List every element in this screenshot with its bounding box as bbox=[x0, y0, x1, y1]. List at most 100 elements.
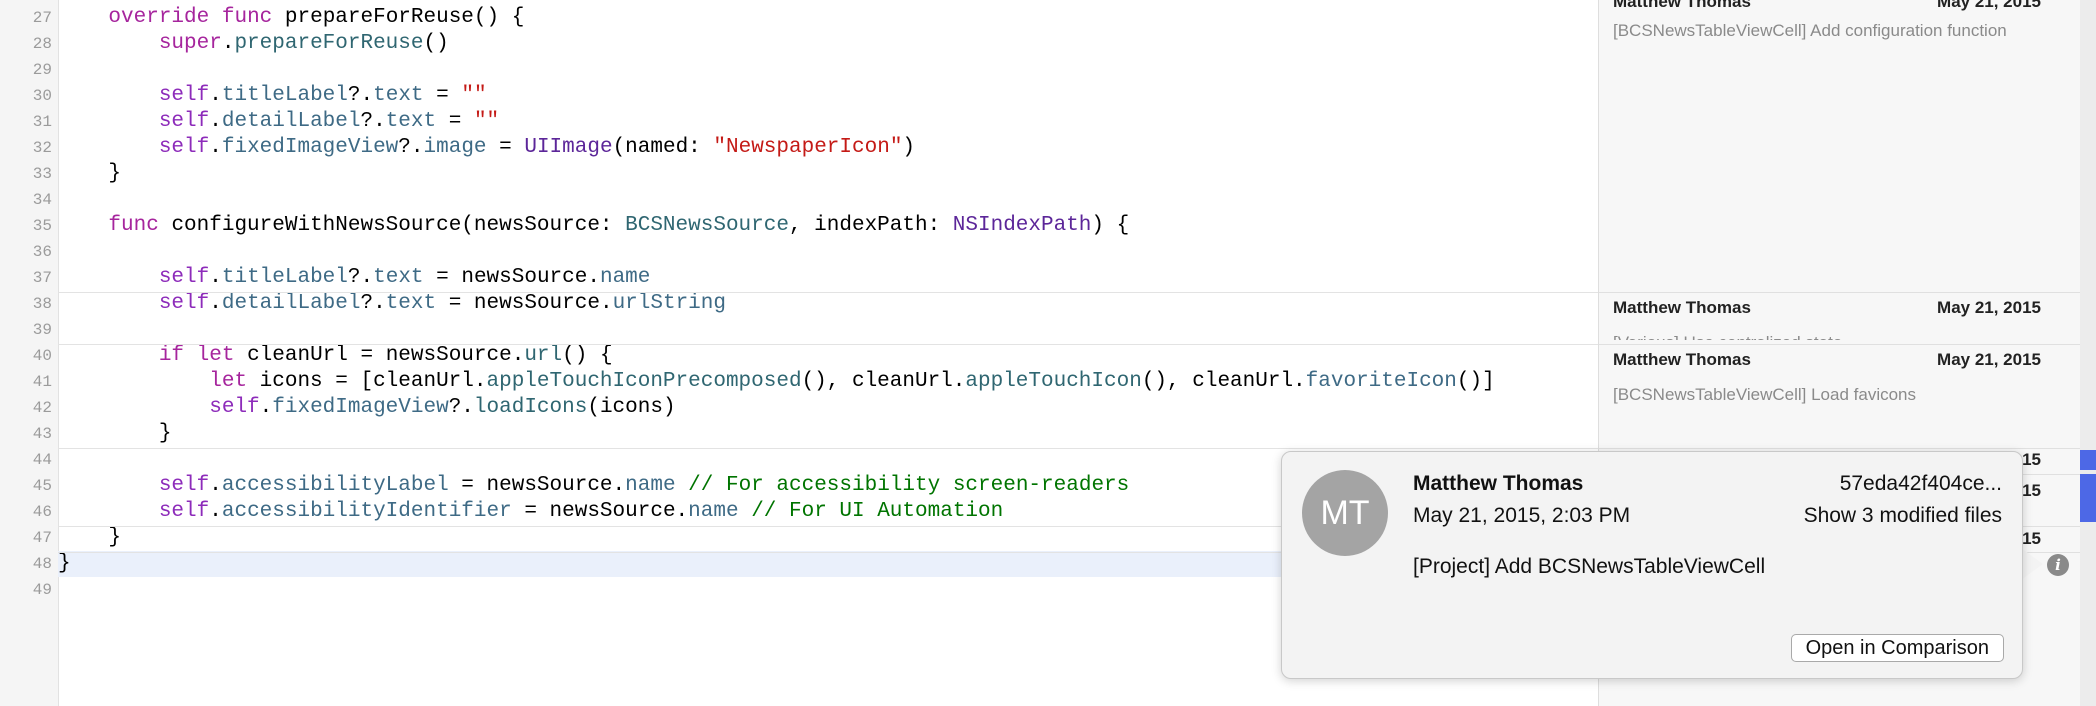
code-line[interactable]: self.detailLabel?.text = newsSource.urlS… bbox=[58, 291, 1598, 317]
code-token: = newsSource. bbox=[436, 292, 613, 315]
code-line[interactable]: self.titleLabel?.text = "" bbox=[58, 83, 1598, 109]
change-marker[interactable] bbox=[2080, 450, 2096, 470]
code-line[interactable] bbox=[58, 57, 1598, 83]
code-line[interactable] bbox=[58, 317, 1598, 343]
code-token: accessibilityIdentifier bbox=[221, 500, 512, 523]
blame-divider bbox=[1599, 344, 2081, 345]
code-token: () bbox=[423, 32, 449, 55]
commit-author: Matthew Thomas bbox=[1413, 472, 1584, 495]
change-marker-strip[interactable] bbox=[2080, 0, 2096, 706]
blame-message: [BCSNewsTableViewCell] Add configuration… bbox=[1613, 21, 2007, 40]
code-token: let bbox=[196, 344, 235, 367]
code-token: ?. bbox=[360, 110, 386, 133]
code-token: ?. bbox=[398, 136, 424, 159]
code-token: ?. bbox=[347, 84, 374, 107]
code-token: // For accessibility screen-readers bbox=[688, 474, 1130, 497]
code-line[interactable]: self.fixedImageView?.image = UIImage(nam… bbox=[58, 135, 1598, 161]
code-token: appleTouchIcon bbox=[965, 370, 1142, 393]
code-token: image bbox=[423, 136, 487, 159]
line-number: 35 bbox=[32, 217, 52, 235]
line-number: 32 bbox=[32, 139, 52, 157]
code-token: accessibilityLabel bbox=[221, 474, 449, 497]
code-token: . bbox=[209, 500, 222, 523]
blame-group-divider bbox=[58, 448, 1598, 449]
code-line[interactable] bbox=[58, 187, 1598, 213]
code-token: name bbox=[688, 500, 739, 523]
code-token: text bbox=[373, 266, 424, 289]
blame-author[interactable]: Matthew Thomas bbox=[1613, 350, 1751, 370]
code-token: fixedImageView bbox=[221, 136, 399, 159]
commit-date: May 21, 2015, 2:03 PM bbox=[1413, 504, 1631, 527]
line-number: 30 bbox=[32, 87, 52, 105]
code-token: prepareForReuse bbox=[234, 32, 424, 55]
code-token: ) bbox=[902, 136, 916, 159]
code-token: BCSNewsSource bbox=[625, 214, 789, 237]
code-token: text bbox=[385, 292, 437, 315]
code-token: NSIndexPath bbox=[952, 214, 1092, 237]
code-token: detailLabel bbox=[221, 110, 361, 133]
change-marker[interactable] bbox=[2080, 474, 2096, 522]
line-number-gutter[interactable]: 27 28 29 30 31 32 33 34 35 36 37 38 39 40 41 42 43 44 45 46… bbox=[0, 0, 59, 706]
code-token: detailLabel bbox=[221, 292, 361, 315]
code-line[interactable]: func configureWithNewsSource(newsSource:… bbox=[58, 213, 1598, 239]
line-number: 31 bbox=[32, 113, 52, 131]
code-line[interactable]: super.prepareForReuse() bbox=[58, 31, 1598, 57]
code-token: = bbox=[423, 84, 462, 107]
line-number: 29 bbox=[32, 61, 52, 79]
line-number: 48 bbox=[32, 555, 52, 573]
code-token: ()] bbox=[1456, 370, 1495, 393]
code-token: ) { bbox=[1091, 214, 1130, 237]
blame-author[interactable]: Matthew Thomas bbox=[1613, 298, 1751, 318]
code-token: configureWithNewsSource(newsSource: bbox=[158, 214, 626, 237]
code-line[interactable]: override func prepareForReuse() { bbox=[58, 5, 1598, 31]
code-token: . bbox=[209, 136, 222, 159]
code-line[interactable] bbox=[58, 239, 1598, 265]
line-number: 27 bbox=[32, 9, 52, 27]
line-number: 28 bbox=[32, 35, 52, 53]
code-token: "NewspaperIcon" bbox=[713, 136, 903, 159]
line-number: 44 bbox=[32, 451, 52, 469]
info-icon[interactable]: i bbox=[2047, 554, 2069, 576]
line-number: 49 bbox=[32, 581, 52, 599]
code-token: "" bbox=[473, 110, 500, 133]
code-line[interactable]: } bbox=[58, 161, 1598, 187]
code-token: ?. bbox=[360, 292, 386, 315]
code-line[interactable]: if let cleanUrl = newsSource.url() { bbox=[58, 343, 1598, 369]
code-token: ?. bbox=[347, 266, 374, 289]
code-token: (named: bbox=[612, 136, 714, 159]
code-line[interactable]: } bbox=[58, 421, 1598, 447]
code-token: = newsSource. bbox=[448, 474, 626, 497]
line-number: 45 bbox=[32, 477, 52, 495]
show-modified-files-link[interactable]: Show 3 modified files bbox=[1804, 504, 2002, 528]
code-token: } bbox=[58, 162, 122, 185]
line-number: 47 bbox=[32, 529, 52, 547]
code-token: . bbox=[209, 292, 222, 315]
code-token: . bbox=[209, 266, 222, 289]
code-token: let bbox=[209, 370, 248, 393]
code-token: (), cleanUrl. bbox=[1141, 370, 1306, 393]
code-token: self bbox=[158, 474, 210, 497]
code-line[interactable]: self.titleLabel?.text = newsSource.name bbox=[58, 265, 1598, 291]
code-token: UIImage bbox=[524, 136, 613, 159]
open-in-comparison-button[interactable]: Open in Comparison bbox=[1790, 634, 2004, 662]
blame-date: May 21, 2015 bbox=[1937, 298, 2041, 317]
code-token: , indexPath: bbox=[788, 214, 953, 237]
code-line[interactable]: let icons = [cleanUrl.appleTouchIconPrec… bbox=[58, 369, 1598, 395]
code-line[interactable]: self.detailLabel?.text = "" bbox=[58, 109, 1598, 135]
code-token: "" bbox=[461, 84, 487, 107]
code-token: name bbox=[599, 266, 651, 289]
blame-divider bbox=[1599, 448, 2081, 449]
code-token: . bbox=[259, 396, 273, 419]
code-token: func bbox=[221, 6, 273, 29]
line-number: 33 bbox=[32, 165, 52, 183]
code-line[interactable]: self.fixedImageView?.loadIcons(icons) bbox=[58, 395, 1598, 421]
commit-hash[interactable]: 57eda42f404ce... bbox=[1840, 472, 2002, 496]
